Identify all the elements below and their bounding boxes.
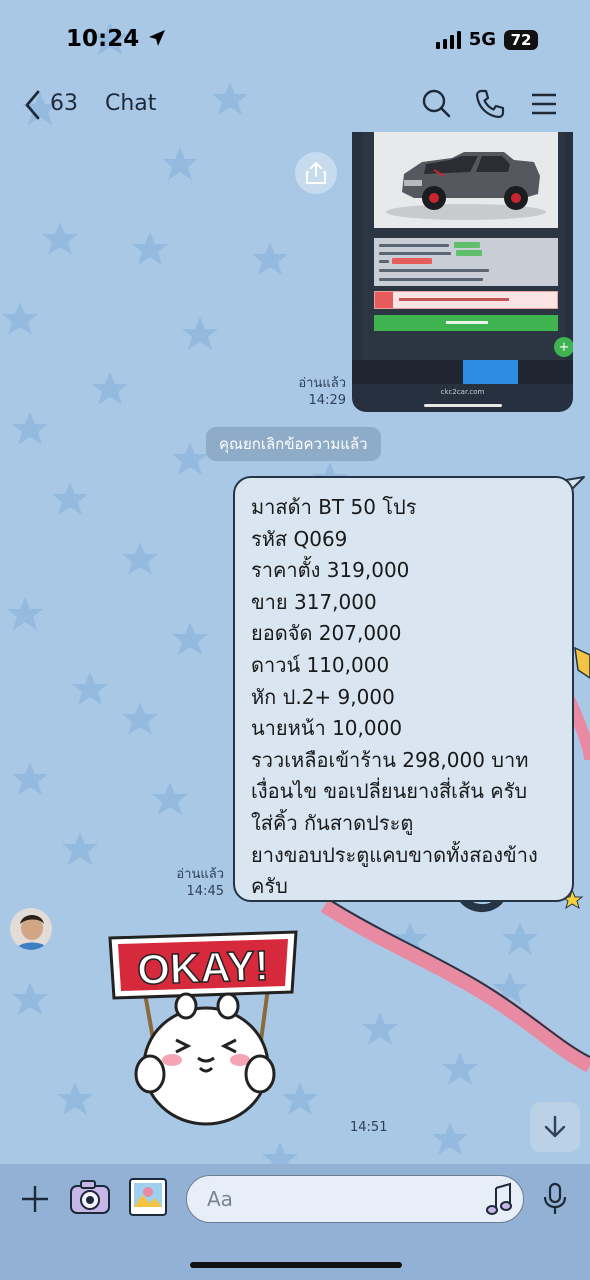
sticker-text: OKAY! [136,942,269,994]
chat-title: Chat [105,91,157,116]
message-line: ใส่คิ้ว กันสาดประตู [251,810,414,835]
text-message-bubble[interactable]: มาสด้า BT 50 โปรรหัส Q069 ราคาตั้ง 319,00… [233,476,574,902]
message-line: ยอดจัด 207,000 [251,621,402,646]
add-fab-icon: + [554,337,573,357]
avatar-image [10,908,52,950]
okay-sticker[interactable]: OKAY! [108,928,300,1132]
message-line: ยางขอบประตูแคบขาดทั้งสองข้าง [251,842,538,867]
message-line: ครับ [251,874,288,899]
music-icon[interactable] [486,1182,514,1216]
message-time: 14:29 [308,393,346,408]
microphone-icon[interactable] [542,1182,568,1216]
home-indicator [190,1262,402,1268]
car-photo [374,132,558,228]
read-label: อ่านแล้ว [298,376,346,391]
scroll-down-button[interactable] [530,1102,580,1152]
status-indicators: 5G 72 [435,29,538,50]
camera-icon[interactable] [69,1179,111,1215]
menu-icon[interactable] [528,88,560,120]
add-icon[interactable] [20,1184,50,1214]
message-time: 14:51 [350,1120,388,1135]
screenshot-url: ckc2car.com [440,388,485,396]
message-line: รหัส Q069 [251,526,348,551]
read-receipt: อ่านแล้ว 14:29 [290,375,346,409]
message-line: รววเหลือเข้าร้าน 298,000 บาท [251,747,529,772]
message-line: หัก ป.2+ 9,000 [251,684,395,709]
message-line: ราคาตั้ง 319,000 [251,558,410,583]
warning-bar [374,291,558,309]
system-notice: คุณยกเลิกข้อความแล้ว [206,427,381,461]
screenshot-bottom-nav [352,360,573,384]
cellular-signal-icon [435,30,461,49]
search-icon[interactable] [420,88,452,120]
screenshot-content: + [362,132,573,360]
message-time: 14:45 [186,884,224,899]
message-line: ดาวน์ 110,000 [251,652,390,677]
network-type: 5G [468,29,496,50]
phone-icon[interactable] [474,88,506,120]
status-time: 10:24 [66,26,167,52]
read-receipt: อ่านแล้ว 14:45 [168,866,224,900]
unread-count[interactable]: 63 [50,91,78,116]
arrow-down-icon [544,1115,566,1138]
message-line: เงื่อนไข ขอเปลี่ยนยางสี่เส้น ครับ [251,779,528,804]
message-line: มาสด้า BT 50 โปร [251,495,417,519]
share-icon [306,162,326,184]
message-input[interactable]: Aa [186,1175,524,1223]
photo-icon[interactable] [128,1177,168,1217]
share-button[interactable] [295,152,337,194]
message-line: ขาย 317,000 [251,589,377,614]
message-input-placeholder: Aa [207,1187,233,1211]
location-arrow-icon [149,30,166,46]
call-button-bar [374,315,558,331]
message-line: นายหน้า 10,000 [251,716,403,741]
avatar[interactable] [10,908,52,950]
car-info-box [374,238,558,286]
screenshot-image-message[interactable]: + ckc2car.com [352,132,573,412]
pickup-truck-image [374,132,558,228]
battery-level: 72 [510,30,532,49]
read-label: อ่านแล้ว [176,867,224,882]
screenshot-home-indicator [424,404,502,407]
battery-icon: 72 [504,29,538,50]
